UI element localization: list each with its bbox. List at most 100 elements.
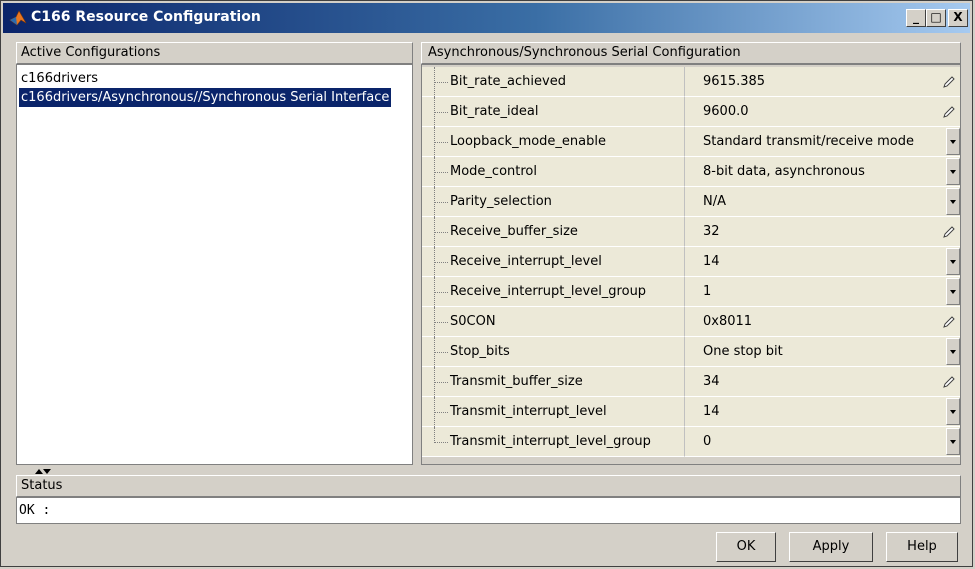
- property-value: 9615.385: [703, 74, 766, 89]
- property-value: Standard transmit/receive mode: [703, 134, 914, 149]
- dropdown-arrow-button[interactable]: [946, 398, 960, 425]
- tree-connector-line: [434, 232, 448, 233]
- property-value-cell[interactable]: 0: [685, 427, 960, 457]
- property-row: Receive_interrupt_level_group 1: [422, 277, 960, 307]
- property-value-cell[interactable]: 1: [685, 277, 960, 307]
- property-value-cell[interactable]: 34: [685, 367, 960, 397]
- property-name: Parity_selection: [450, 194, 552, 209]
- property-name: Mode_control: [450, 164, 537, 179]
- tree-connector-line: [434, 382, 448, 383]
- window-title: C166 Resource Configuration: [31, 9, 261, 25]
- property-value-cell[interactable]: 14: [685, 247, 960, 277]
- property-row: Loopback_mode_enable Standard transmit/re…: [422, 127, 960, 157]
- property-name-cell[interactable]: Bit_rate_ideal: [422, 97, 685, 127]
- property-name: Loopback_mode_enable: [450, 134, 606, 149]
- property-name-cell[interactable]: Loopback_mode_enable: [422, 127, 685, 157]
- dropdown-arrow-button[interactable]: [946, 338, 960, 365]
- property-row: Transmit_interrupt_level 14: [422, 397, 960, 427]
- minimize-button[interactable]: _: [906, 9, 926, 27]
- dropdown-arrow-button[interactable]: [946, 428, 960, 455]
- property-value-cell[interactable]: 8-bit data, asynchronous: [685, 157, 960, 187]
- property-row: Receive_interrupt_level 14: [422, 247, 960, 277]
- pencil-edit-icon[interactable]: [942, 225, 956, 239]
- tree-connector-line: [434, 142, 448, 143]
- title-bar[interactable]: C166 Resource Configuration _ □ X: [3, 3, 970, 33]
- property-value: 0: [703, 434, 712, 449]
- active-configurations-header: Active Configurations: [16, 42, 413, 64]
- property-value: 1: [703, 284, 712, 299]
- resource-configuration-window: C166 Resource Configuration _ □ X Active…: [0, 0, 973, 567]
- property-value: 8-bit data, asynchronous: [703, 164, 865, 179]
- serial-configuration-header: Asynchronous/Synchronous Serial Configur…: [421, 42, 961, 64]
- property-grid: Bit_rate_achieved 9615.385 Bit_rate_ideal 9…: [421, 64, 961, 465]
- property-row: Receive_buffer_size 32: [422, 217, 960, 247]
- property-name-cell[interactable]: S0CON: [422, 307, 685, 337]
- help-button[interactable]: Help: [886, 532, 958, 562]
- property-row: Transmit_interrupt_level_group 0: [422, 427, 960, 457]
- tree-connector-line: [434, 352, 448, 353]
- property-value-cell[interactable]: Standard transmit/receive mode: [685, 127, 960, 157]
- property-value-cell[interactable]: One stop bit: [685, 337, 960, 367]
- property-value-cell[interactable]: 32: [685, 217, 960, 247]
- property-value: 34: [703, 374, 720, 389]
- pencil-edit-icon[interactable]: [942, 315, 956, 329]
- property-name: Receive_interrupt_level_group: [450, 284, 647, 299]
- ok-button[interactable]: OK: [716, 532, 776, 562]
- maximize-button[interactable]: □: [926, 9, 946, 27]
- property-name: Receive_interrupt_level: [450, 254, 602, 269]
- property-value: 9600.0: [703, 104, 749, 119]
- pencil-edit-icon[interactable]: [942, 375, 956, 389]
- property-value-cell[interactable]: 0x8011: [685, 307, 960, 337]
- property-name-cell[interactable]: Stop_bits: [422, 337, 685, 367]
- property-name-cell[interactable]: Receive_interrupt_level_group: [422, 277, 685, 307]
- property-value-cell[interactable]: 9615.385: [685, 67, 960, 97]
- property-name: Transmit_interrupt_level: [450, 404, 607, 419]
- tree-connector-line: [434, 82, 448, 83]
- dropdown-arrow-button[interactable]: [946, 158, 960, 185]
- property-row: Bit_rate_ideal 9600.0: [422, 97, 960, 127]
- dropdown-arrow-button[interactable]: [946, 248, 960, 275]
- configuration-item[interactable]: c166drivers: [19, 69, 100, 88]
- property-name-cell[interactable]: Mode_control: [422, 157, 685, 187]
- close-button[interactable]: X: [948, 9, 968, 27]
- property-value-cell[interactable]: 9600.0: [685, 97, 960, 127]
- tree-connector-line: [434, 442, 448, 443]
- dropdown-arrow-button[interactable]: [946, 188, 960, 215]
- tree-connector-line: [434, 112, 448, 113]
- status-header: Status: [16, 475, 961, 497]
- property-value-cell[interactable]: 14: [685, 397, 960, 427]
- property-name: Stop_bits: [450, 344, 510, 359]
- property-name: Transmit_buffer_size: [450, 374, 583, 389]
- active-configurations-list[interactable]: c166drivers c166drivers/Asynchronous//Syn…: [16, 64, 413, 465]
- property-name-cell[interactable]: Receive_buffer_size: [422, 217, 685, 247]
- apply-button[interactable]: Apply: [789, 532, 873, 562]
- property-value: One stop bit: [703, 344, 783, 359]
- property-name: Receive_buffer_size: [450, 224, 578, 239]
- property-row: Transmit_buffer_size 34: [422, 367, 960, 397]
- tree-connector-line: [434, 172, 448, 173]
- property-name: S0CON: [450, 314, 496, 329]
- property-row: Mode_control 8-bit data, asynchronous: [422, 157, 960, 187]
- property-row: Bit_rate_achieved 9615.385: [422, 67, 960, 97]
- dropdown-arrow-button[interactable]: [946, 278, 960, 305]
- tree-connector-line: [434, 427, 435, 443]
- configuration-item[interactable]: c166drivers/Asynchronous//Synchronous Se…: [17, 87, 393, 108]
- tree-connector-line: [434, 202, 448, 203]
- property-value: 14: [703, 404, 720, 419]
- property-name-cell[interactable]: Bit_rate_achieved: [422, 67, 685, 97]
- property-name-cell[interactable]: Receive_interrupt_level: [422, 247, 685, 277]
- property-value: 0x8011: [703, 314, 753, 329]
- tree-connector-line: [434, 412, 448, 413]
- property-value-cell[interactable]: N/A: [685, 187, 960, 217]
- property-name: Transmit_interrupt_level_group: [450, 434, 651, 449]
- tree-connector-line: [434, 262, 448, 263]
- property-value: 14: [703, 254, 720, 269]
- property-name-cell[interactable]: Transmit_buffer_size: [422, 367, 685, 397]
- pencil-edit-icon[interactable]: [942, 105, 956, 119]
- property-name-cell[interactable]: Transmit_interrupt_level_group: [422, 427, 685, 457]
- dropdown-arrow-button[interactable]: [946, 128, 960, 155]
- property-name: Bit_rate_achieved: [450, 74, 566, 89]
- pencil-edit-icon[interactable]: [942, 75, 956, 89]
- property-name-cell[interactable]: Parity_selection: [422, 187, 685, 217]
- property-name-cell[interactable]: Transmit_interrupt_level: [422, 397, 685, 427]
